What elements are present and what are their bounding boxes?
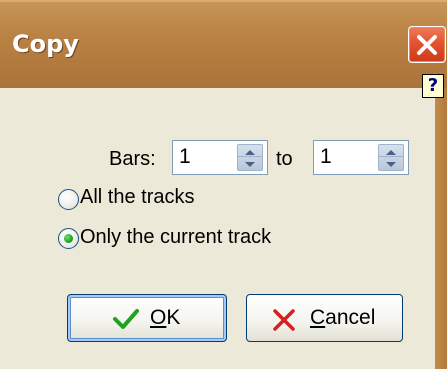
bars-to-spin-buttons[interactable] <box>378 144 404 171</box>
radio-selected-dot <box>64 234 73 243</box>
cancel-button[interactable]: Cancel <box>246 294 403 342</box>
cancel-button-label: Cancel <box>310 306 375 330</box>
radio-all-tracks-label[interactable]: All the tracks <box>80 186 194 209</box>
arrow-up-icon <box>386 150 396 155</box>
checkmark-icon <box>113 309 139 329</box>
copy-dialog: Copy ? Bars: 1 to 1 All the tracks Only … <box>0 0 447 369</box>
arrow-down-icon <box>245 162 255 167</box>
bars-label: Bars: <box>109 148 156 170</box>
bars-to-stepper[interactable]: 1 <box>313 140 409 175</box>
ok-mnemonic: O <box>150 306 167 329</box>
arrow-up-icon <box>245 150 255 155</box>
dialog-title: Copy <box>12 30 79 58</box>
to-label: to <box>276 148 293 170</box>
radio-current-track[interactable] <box>58 228 79 249</box>
window-frame-right <box>435 88 447 369</box>
title-bar[interactable]: Copy <box>0 0 447 88</box>
x-icon <box>273 309 295 331</box>
radio-current-track-label[interactable]: Only the current track <box>80 226 271 249</box>
close-button[interactable] <box>408 26 446 63</box>
cancel-label-rest: ancel <box>325 306 376 329</box>
bars-from-spin-buttons[interactable] <box>237 144 263 171</box>
bars-from-up-button[interactable] <box>238 145 262 157</box>
close-icon <box>417 35 437 55</box>
radio-all-tracks[interactable] <box>58 189 79 210</box>
ok-label-rest: K <box>166 306 181 329</box>
help-icon[interactable]: ? <box>422 74 444 98</box>
bars-from-value[interactable]: 1 <box>179 145 191 169</box>
ok-button[interactable]: OK <box>67 294 227 342</box>
bars-from-down-button[interactable] <box>238 158 262 170</box>
bars-to-down-button[interactable] <box>379 158 403 170</box>
ok-button-label: OK <box>150 306 180 330</box>
arrow-down-icon <box>386 162 396 167</box>
cancel-mnemonic: C <box>310 306 326 329</box>
bars-to-up-button[interactable] <box>379 145 403 157</box>
bars-from-stepper[interactable]: 1 <box>172 140 268 175</box>
bars-to-value[interactable]: 1 <box>320 145 332 169</box>
